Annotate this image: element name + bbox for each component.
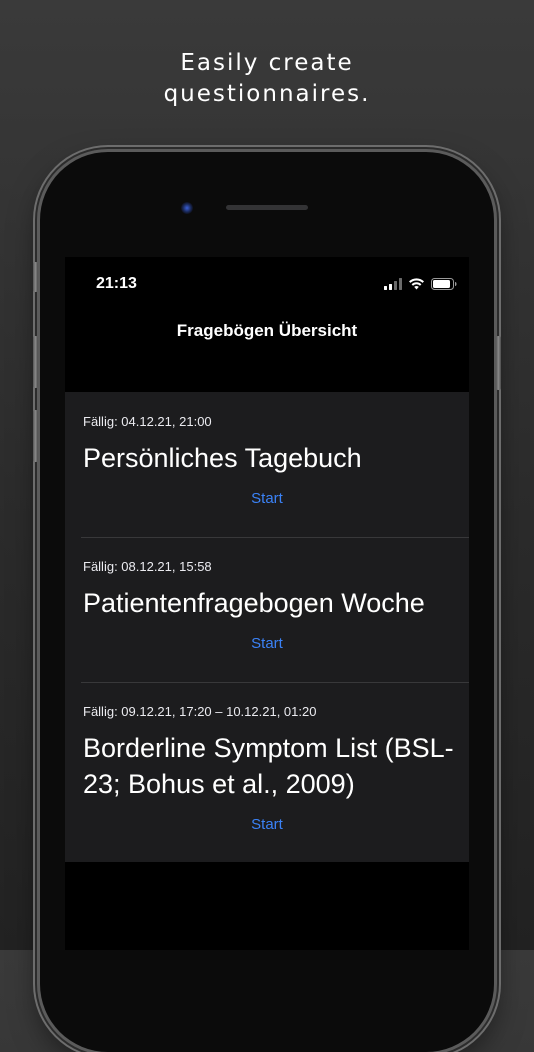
due-date: Fällig: 04.12.21, 21:00	[83, 414, 212, 429]
status-bar: 21:13	[65, 257, 469, 313]
cellular-signal-icon	[384, 278, 402, 290]
tagline-line-1: Easily create	[180, 50, 354, 76]
mute-switch	[33, 262, 38, 292]
due-date: Fällig: 09.12.21, 17:20 – 10.12.21, 01:2…	[83, 704, 317, 719]
tagline-line-2: questionnaires.	[163, 81, 371, 107]
power-button	[496, 336, 501, 390]
front-camera	[181, 202, 193, 214]
earpiece-speaker	[226, 205, 308, 210]
phone-screen: 21:13 Fragebögen Übersicht Fällig: 04.12…	[65, 257, 469, 950]
start-button[interactable]: Start	[65, 490, 469, 507]
questionnaire-item: Fällig: 08.12.21, 15:58 Patientenfragebo…	[65, 538, 469, 682]
start-button[interactable]: Start	[65, 816, 469, 833]
start-button[interactable]: Start	[65, 635, 469, 652]
battery-icon	[431, 278, 457, 290]
due-date: Fällig: 08.12.21, 15:58	[83, 559, 212, 574]
nav-title: Fragebögen Übersicht	[176, 321, 358, 340]
questionnaire-title: Persönliches Tagebuch	[83, 443, 362, 473]
questionnaire-item: Fällig: 09.12.21, 17:20 – 10.12.21, 01:2…	[65, 683, 469, 862]
questionnaire-title: Borderline Symptom List (BSL-23; Bohus e…	[83, 733, 454, 799]
status-icons	[384, 277, 457, 291]
volume-up-button	[33, 336, 38, 388]
questionnaire-item: Fällig: 04.12.21, 21:00 Persönliches Tag…	[65, 392, 469, 537]
status-time: 21:13	[96, 275, 137, 292]
questionnaire-list: Fällig: 04.12.21, 21:00 Persönliches Tag…	[65, 392, 469, 862]
marketing-tagline: Easily create questionnaires.	[0, 48, 534, 110]
questionnaire-title: Patientenfragebogen Woche	[83, 588, 425, 618]
wifi-icon	[409, 278, 424, 290]
volume-down-button	[33, 410, 38, 462]
